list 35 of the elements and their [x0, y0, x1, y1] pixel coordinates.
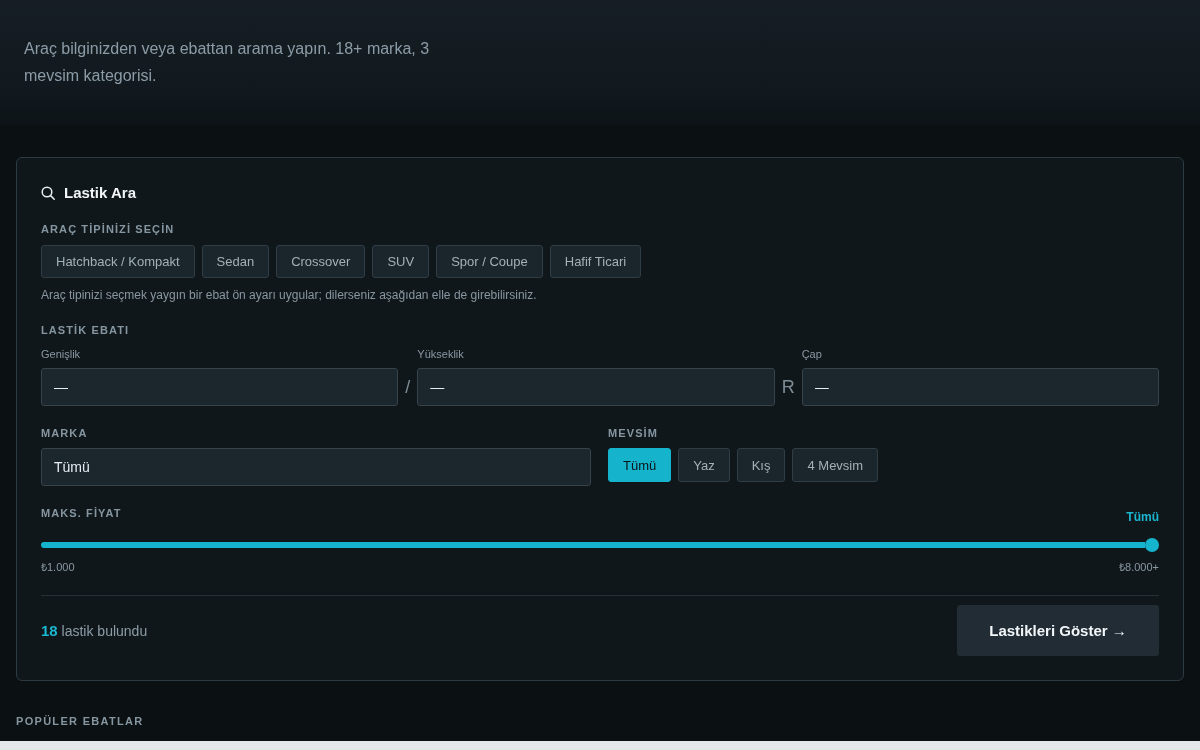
- max-price-label: ₺8.000+: [1119, 560, 1159, 574]
- field-label: Yükseklik: [417, 347, 465, 361]
- vehicle-type-chip[interactable]: SUV: [372, 245, 430, 278]
- vehicle-type-chip[interactable]: Hatchback / Kompakt: [41, 245, 195, 278]
- brand-field[interactable]: Tümü: [41, 448, 591, 486]
- vehicle-type-chip[interactable]: Sedan: [201, 245, 270, 278]
- section-label: MEVSİM: [608, 426, 659, 440]
- section-label: MARKA: [41, 426, 89, 440]
- result-count-text: 18 lastik bulundu: [41, 622, 148, 639]
- header-subtitle: Araç bilginizden veya ebattan arama yapın. 18+ marka, 3 mevsim kategorisi.: [24, 39, 431, 86]
- season-option[interactable]: 4 Mevsim: [792, 448, 879, 482]
- vehicle-type-chip[interactable]: Crossover: [276, 245, 366, 278]
- slider-handle[interactable]: [1145, 538, 1159, 552]
- section-label: ARAÇ TİPİNİZİ SEÇİN: [41, 222, 176, 236]
- vehicle-type-chip[interactable]: Hafif Ticari: [549, 245, 642, 278]
- vehicle-type-chip[interactable]: Spor / Coupe: [436, 245, 543, 278]
- card-title: Lastik Ara: [64, 184, 136, 202]
- size-input[interactable]: —: [41, 368, 399, 406]
- season-option[interactable]: Yaz: [678, 448, 730, 482]
- search-icon: [41, 186, 55, 200]
- hint-text: Araç tipinizi seçmek yaygın bir ebat ön ayarı uygular; dilerseniz aşağıdan elle de girebilirsiniz.: [41, 287, 538, 303]
- size-separator: R: [780, 376, 796, 399]
- show-tires-button[interactable]: Lastikleri Göster →: [957, 605, 1159, 656]
- section-label: MAKS. FİYAT: [41, 506, 122, 520]
- price-reading: Tümü: [1126, 510, 1159, 524]
- size-separator: /: [404, 376, 412, 399]
- size-input[interactable]: —: [801, 368, 1159, 406]
- field-label: Genişlik: [41, 347, 82, 361]
- field-label: Çap: [801, 347, 823, 361]
- size-input[interactable]: —: [417, 368, 775, 406]
- min-price-label: ₺1.000: [41, 560, 75, 574]
- season-option[interactable]: Tümü: [608, 448, 672, 482]
- section-heading: POPÜLER EBATLAR: [16, 714, 145, 728]
- season-option[interactable]: Kış: [736, 448, 786, 482]
- section-label: LASTİK EBATI: [41, 323, 131, 337]
